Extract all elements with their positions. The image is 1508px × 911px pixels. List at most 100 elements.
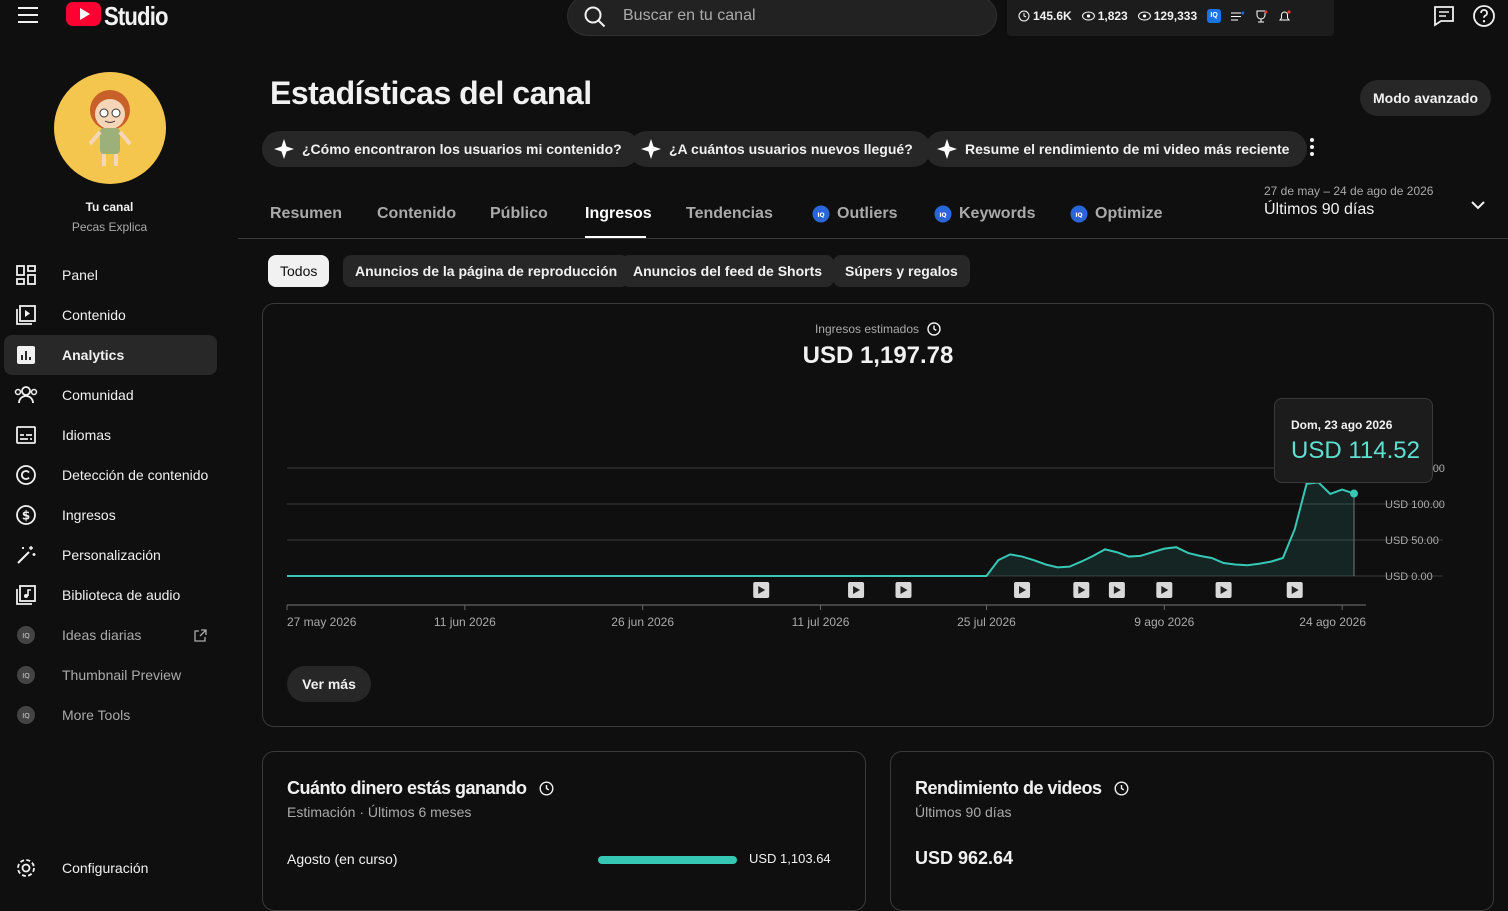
suggestion-chip[interactable]: ¿Cómo encontraron los usuarios mi conten… [262,131,640,167]
iq-icon: IQ [1070,205,1088,223]
earnings-row-label: Agosto (en curso) [287,851,398,867]
earnings-title: Cuánto dinero estás ganando [287,778,527,798]
video-upload-marker[interactable] [1156,582,1173,598]
sidebar-item-personalizacion[interactable]: Personalización [4,535,217,575]
tooltip-value: USD 114.52 [1291,437,1420,464]
sidebar-item-label: Detección de contenido [62,467,209,483]
stat-views-b: 129,333 [1153,9,1198,23]
sidebar-item-comunidad[interactable]: Comunidad [4,375,217,415]
videos-value: USD 962.64 [915,848,1014,868]
help-icon[interactable] [1472,4,1496,28]
sidebar-item-more-tools[interactable]: IQ More Tools [4,695,217,735]
more-options-icon[interactable] [1310,138,1314,159]
suggestion-chip[interactable]: ¿A cuántos usuarios nuevos llegué? [629,131,931,167]
tab-contenido[interactable]: Contenido [377,205,456,223]
audio-library-icon [16,585,36,605]
search-box[interactable] [567,0,997,36]
copyright-icon [16,465,36,485]
tab-outliers[interactable]: IQ Outliers [812,205,897,223]
sidebar-item-label: Biblioteca de audio [62,587,181,603]
tab-label: Keywords [959,205,1036,222]
clock-icon[interactable] [539,781,554,796]
x-tick-label: 26 jun 2026 [611,615,674,629]
list-icon[interactable] [1231,11,1245,22]
sidebar-item-configuracion[interactable]: Configuración [4,848,217,888]
sidebar-item-label: Personalización [62,547,161,563]
date-preset[interactable]: Últimos 90 días [1264,201,1374,219]
earnings-row-value: USD 1,103.64 [749,851,831,866]
filter-chip-todos[interactable]: Todos [268,255,330,287]
iq-badge-icon[interactable]: IQ [1207,9,1222,23]
svg-text:IQ: IQ [22,712,30,720]
iq-icon: IQ [17,706,35,724]
sidebar-item-biblioteca-audio[interactable]: Biblioteca de audio [4,575,217,615]
tab-ingresos[interactable]: Ingresos [585,205,652,223]
feedback-icon[interactable] [1432,4,1456,28]
eye-icon [1137,11,1151,21]
suggestion-label: ¿A cuántos usuarios nuevos llegué? [669,141,913,157]
date-range: 27 de may – 24 de ago de 2026 [1264,184,1434,198]
tab-label: Outliers [837,205,898,222]
suggestion-chip[interactable]: Resume el rendimiento de mi video más re… [925,131,1308,167]
see-more-button[interactable]: Ver más [287,666,371,702]
sidebar-item-label: More Tools [62,707,131,723]
earnings-row: Agosto (en curso) USD 1,103.64 [287,851,837,871]
tab-label: Tendencias [686,205,773,222]
trophy-icon[interactable] [1254,10,1268,23]
video-upload-marker[interactable] [1014,582,1031,598]
video-upload-marker[interactable] [895,582,912,598]
chart-tooltip: Dom, 23 ago 2026 USD 114.52 [1274,398,1433,483]
tab-keywords[interactable]: IQ Keywords [934,205,1035,223]
sidebar-item-label: Analytics [62,347,125,363]
sparkle-icon [937,139,957,159]
iq-icon: IQ [812,205,830,223]
sidebar-item-ideas-diarias[interactable]: IQ Ideas diarias [4,615,217,655]
video-upload-marker[interactable] [1108,582,1125,598]
sidebar-item-panel[interactable]: Panel [4,255,217,295]
earnings-subtitle: Estimación · Últimos 6 meses [287,804,472,820]
sidebar-item-contenido[interactable]: Contenido [4,295,217,335]
external-link-icon[interactable] [194,629,207,642]
video-upload-marker[interactable] [1286,582,1303,598]
filter-chip-reproduccion[interactable]: Anuncios de la página de reproducción [343,255,630,287]
suggestion-label: Resume el rendimiento de mi video más re… [965,141,1290,157]
channel-title: Tu canal [85,200,134,214]
sidebar-item-thumbnail-preview[interactable]: IQ Thumbnail Preview [4,655,217,695]
tab-publico[interactable]: Público [490,205,548,223]
tab-resumen[interactable]: Resumen [270,205,342,223]
x-tick-label: 24 ago 2026 [1299,615,1366,629]
hover-point [1350,489,1358,498]
search-input[interactable] [623,0,983,35]
stat-views-a: 1,823 [1097,9,1128,23]
tab-tendencias[interactable]: Tendencias [686,205,773,223]
video-upload-marker[interactable] [848,582,865,598]
sidebar-item-label: Ingresos [62,507,116,523]
video-upload-marker[interactable] [1073,582,1090,598]
tab-label: Ingresos [585,205,652,222]
chevron-down-icon[interactable] [1470,200,1486,210]
y-tick-label: USD 0.00 [1385,571,1433,583]
video-upload-marker[interactable] [753,582,770,598]
channel-avatar[interactable] [54,72,166,184]
sidebar-item-analytics[interactable]: Analytics [4,335,217,375]
sidebar-item-idiomas[interactable]: Idiomas [4,415,217,455]
tab-label: Contenido [377,205,457,222]
tab-optimize[interactable]: IQ Optimize [1070,205,1163,223]
dashboard-icon [16,265,36,285]
studio-logo-text[interactable]: Studio [104,1,168,32]
video-upload-marker[interactable] [1215,582,1232,598]
bell-icon[interactable] [1278,9,1291,23]
suggestion-label: ¿Cómo encontraron los usuarios mi conten… [302,141,622,157]
menu-button[interactable] [18,7,38,23]
sidebar-item-deteccion[interactable]: Detección de contenido [4,455,217,495]
sidebar-item-ingresos[interactable]: $ Ingresos [4,495,217,535]
advanced-mode-button[interactable]: Modo avanzado [1360,80,1491,116]
search-icon[interactable] [584,6,606,28]
svg-text:IQ: IQ [22,672,30,680]
sidebar-item-label: Idiomas [62,427,112,443]
filter-chip-supers[interactable]: Súpers y regalos [833,255,970,287]
filter-chip-shorts[interactable]: Anuncios del feed de Shorts [621,255,835,287]
extension-stats-bar[interactable]: 145.6K 1,823 129,333 IQ [1007,0,1334,36]
youtube-logo-icon[interactable] [66,2,101,26]
clock-icon[interactable] [1114,781,1129,796]
